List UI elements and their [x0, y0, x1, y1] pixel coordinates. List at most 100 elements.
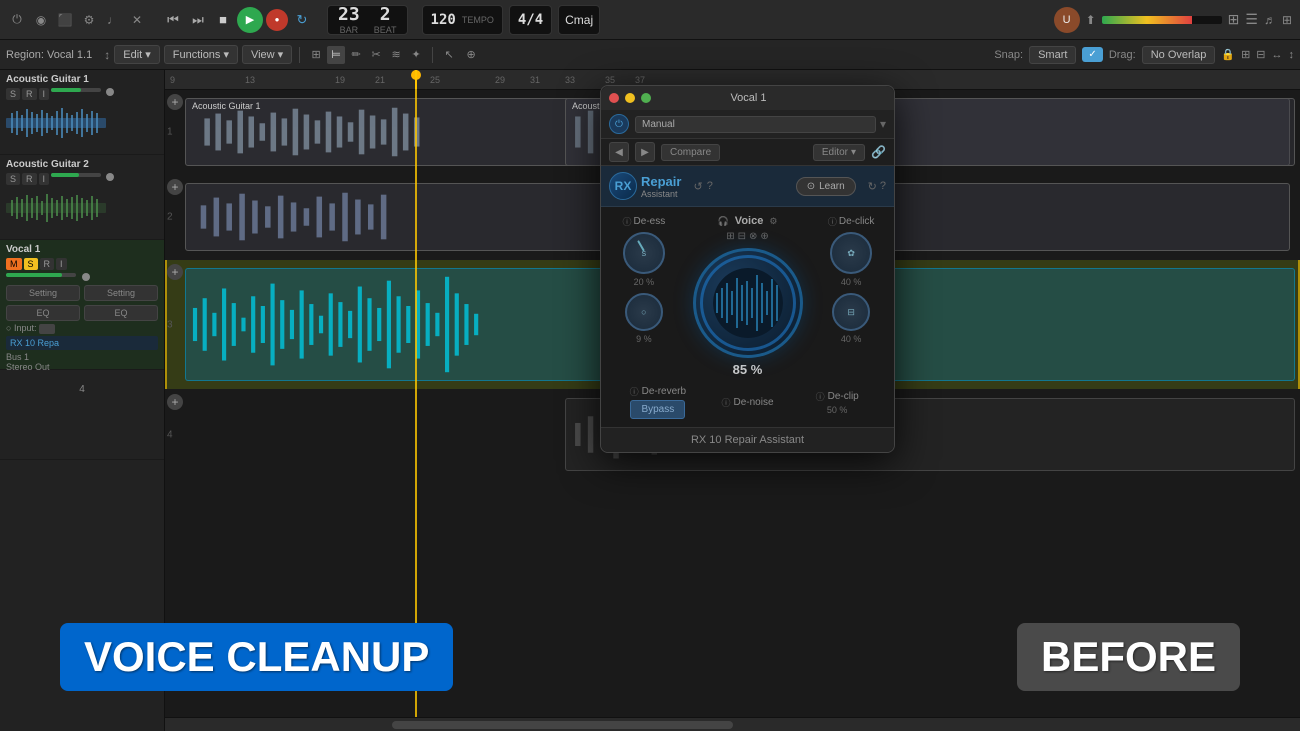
fastforward-btn[interactable]: ⏭ — [187, 9, 209, 31]
share-icon[interactable]: ⬆ — [1086, 13, 1096, 27]
grid-tool[interactable]: ⊞ — [307, 46, 325, 64]
track-3-eq-btn[interactable]: EQ — [6, 305, 80, 321]
mixer-icon[interactable]: ⊞ — [1282, 13, 1292, 27]
arrow-up-icon[interactable]: ↕ — [104, 48, 110, 62]
bottom-scrollbar[interactable] — [165, 717, 1300, 731]
track-1-i-btn[interactable]: I — [39, 88, 50, 100]
track-1-volume[interactable] — [51, 88, 101, 92]
mode-icon-1[interactable]: ⊞ — [726, 231, 734, 242]
de-click-info-icon[interactable]: ⓘ — [828, 215, 837, 228]
power-icon[interactable]: ⏻ — [8, 11, 26, 29]
rx-help-icon[interactable]: ? — [880, 180, 886, 193]
rx-info-icon[interactable]: ? — [707, 180, 713, 193]
editor-btn[interactable]: Editor ▾ — [813, 144, 865, 161]
metronome-icon[interactable]: ♩ — [104, 11, 122, 29]
track-1-add[interactable]: + — [167, 94, 183, 110]
zoom-v-icon[interactable]: ↕ — [1289, 49, 1295, 61]
track-2-volume[interactable] — [51, 173, 101, 177]
track-2-i-btn[interactable]: I — [39, 173, 50, 185]
time-sig-display[interactable]: 4/4 — [509, 5, 552, 35]
settings-icon[interactable]: ⚙ — [80, 11, 98, 29]
track-1-s-btn[interactable]: S — [6, 88, 20, 100]
zoom-fit-icon[interactable]: ↔ — [1272, 49, 1283, 61]
track-2-fader[interactable] — [106, 173, 114, 181]
nav-forward-btn[interactable]: ▶ — [635, 142, 655, 162]
scroll-thumb[interactable] — [392, 721, 733, 729]
link-icon[interactable]: 🔗 — [871, 145, 886, 159]
smart-tool[interactable]: ✦ — [407, 46, 425, 64]
de-ess-knob2[interactable]: ○ — [625, 293, 663, 331]
track-1-fader[interactable] — [106, 88, 114, 96]
zoom-tool[interactable]: ⊕ — [462, 46, 480, 64]
bypass-button[interactable]: Bypass — [630, 400, 685, 419]
edit-btn[interactable]: Edit ▾ — [114, 45, 160, 64]
preset-chevron-icon[interactable]: ▾ — [880, 117, 886, 131]
list-icon[interactable]: ☰ — [1245, 11, 1258, 28]
track-4-add[interactable]: + — [167, 394, 183, 410]
functions-btn[interactable]: Functions ▾ — [164, 45, 238, 64]
snap-toggle[interactable]: ✓ — [1082, 47, 1102, 62]
nav-back-btn[interactable]: ◀ — [609, 142, 629, 162]
track-3-fader[interactable] — [82, 273, 90, 281]
de-click-knob2[interactable]: ⊟ — [832, 293, 870, 331]
cursor-tool[interactable]: ↖ — [440, 46, 458, 64]
track-3-s-btn[interactable]: S — [24, 258, 38, 270]
close-icon[interactable]: ✕ — [128, 11, 146, 29]
pencil-tool[interactable]: ✏ — [347, 46, 365, 64]
zoom-in-icon[interactable]: ⊞ — [1241, 48, 1250, 61]
track-3-i-btn[interactable]: I — [56, 258, 67, 270]
de-noise-info-icon[interactable]: ⓘ — [721, 396, 730, 409]
pointer-tool[interactable]: ⊨ — [327, 46, 345, 64]
rx-plugin-btn[interactable]: RX 10 Repa — [6, 336, 158, 350]
learn-btn[interactable]: ⊙ Learn — [796, 177, 856, 196]
preset-dropdown[interactable]: Manual — [635, 116, 876, 133]
grid-icon[interactable]: ⊞ — [1228, 11, 1240, 28]
mode-icon-3[interactable]: ⊗ — [749, 231, 757, 242]
drag-value[interactable]: No Overlap — [1142, 46, 1216, 64]
snap-value[interactable]: Smart — [1029, 46, 1076, 64]
window-min-btn[interactable] — [625, 93, 635, 103]
rx-settings-icon[interactable]: ↺ — [693, 180, 702, 193]
tempo-display[interactable]: 120 TEMPO — [422, 5, 503, 35]
mode-icon-4[interactable]: ⊕ — [760, 231, 768, 242]
mode-icon-2[interactable]: ⊟ — [738, 231, 746, 242]
window-max-btn[interactable] — [641, 93, 651, 103]
de-ess-info-icon[interactable]: ⓘ — [623, 215, 632, 228]
de-click-knob[interactable]: ✿ — [830, 232, 872, 274]
rewind-btn[interactable]: ⏮ — [162, 9, 184, 31]
track-3-volume[interactable] — [6, 273, 76, 277]
zoom-out-icon[interactable]: ⊟ — [1256, 48, 1265, 61]
scissors-tool[interactable]: ✂ — [367, 46, 385, 64]
track-2-r-btn[interactable]: R — [22, 173, 37, 185]
track-2-add[interactable]: + — [167, 179, 183, 195]
drag-lock-icon[interactable]: 🔒 — [1221, 48, 1235, 61]
stop-btn[interactable]: ■ — [212, 9, 234, 31]
view-btn[interactable]: View ▾ — [242, 45, 292, 64]
de-reverb-info-icon[interactable]: ⓘ — [630, 385, 639, 398]
track-3-setting-btn[interactable]: Setting — [6, 285, 80, 301]
track-3-add[interactable]: + — [167, 264, 183, 280]
track-3-setting-btn2[interactable]: Setting — [84, 285, 158, 301]
track-2-s-btn[interactable]: S — [6, 173, 20, 185]
loop-btn[interactable]: ↻ — [291, 9, 313, 31]
voice-settings-icon[interactable]: ⚙ — [769, 216, 777, 227]
user-icon[interactable]: U — [1054, 7, 1080, 33]
de-ess-knob[interactable]: ṡ — [623, 232, 665, 274]
track-3-m-btn[interactable]: M — [6, 258, 22, 270]
save-icon[interactable]: ⬛ — [56, 11, 74, 29]
main-voice-knob[interactable] — [693, 248, 803, 358]
record-btn[interactable]: ● — [266, 9, 288, 31]
key-display[interactable]: Cmaj — [558, 5, 600, 35]
track-3-r-btn[interactable]: R — [40, 258, 55, 270]
voice-headphones-icon[interactable]: 🎧 — [718, 216, 729, 227]
piano-icon[interactable]: ♬ — [1264, 13, 1276, 27]
cpu-icon[interactable]: ◉ — [32, 11, 50, 29]
compare-btn[interactable]: Compare — [661, 144, 720, 161]
rx-refresh-icon[interactable]: ↻ — [868, 180, 877, 193]
track-1-r-btn[interactable]: R — [22, 88, 37, 100]
plugin-power-btn[interactable]: ⏻ — [609, 114, 629, 134]
de-clip-info-icon[interactable]: ⓘ — [816, 390, 825, 403]
track-3-eq-btn2[interactable]: EQ — [84, 305, 158, 321]
play-btn[interactable]: ▶ — [237, 7, 263, 33]
window-close-btn[interactable] — [609, 93, 619, 103]
